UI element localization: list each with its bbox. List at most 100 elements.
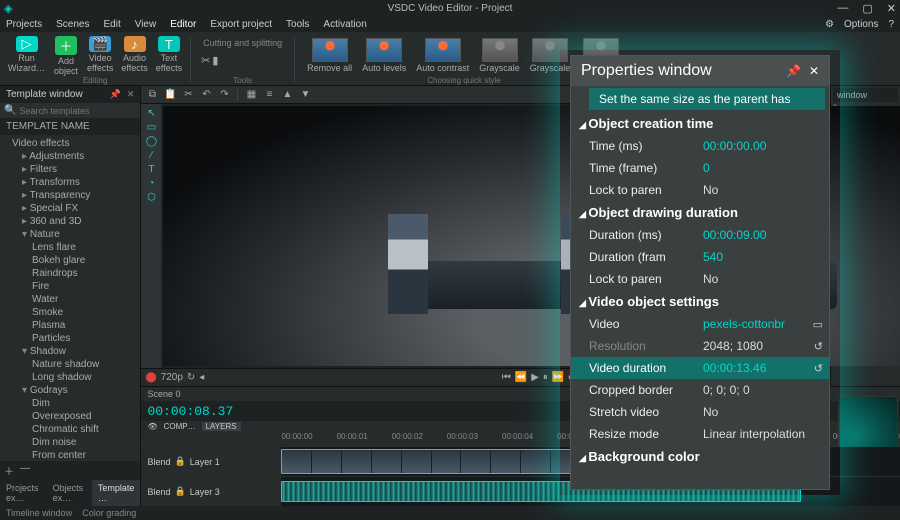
props-row[interactable]: Duration (ms)00:00:09.00 bbox=[571, 224, 829, 246]
track-name[interactable]: Layer 3 bbox=[190, 487, 220, 497]
prop-value[interactable]: 0 bbox=[699, 161, 829, 175]
menu-projects[interactable]: Projects bbox=[6, 19, 42, 30]
close-panel-icon[interactable]: ✕ bbox=[127, 89, 135, 100]
prop-value[interactable]: 2048; 1080 bbox=[699, 339, 814, 353]
props-section-header[interactable]: Video object settings bbox=[571, 290, 829, 313]
prop-value[interactable]: Linear interpolation bbox=[699, 427, 829, 441]
lock-icon[interactable]: 🔒 bbox=[174, 486, 185, 497]
prop-value[interactable]: 540 bbox=[699, 250, 829, 264]
loop-icon[interactable]: ↻ bbox=[187, 372, 195, 383]
tree-item[interactable]: Bokeh glare bbox=[4, 254, 136, 267]
add-template-button[interactable]: ＋ bbox=[4, 463, 14, 478]
tb-align-icon[interactable]: ≡ bbox=[262, 88, 276, 102]
tb-cut-icon[interactable]: ✂ bbox=[181, 88, 195, 102]
blend-mode[interactable]: Blend bbox=[147, 457, 170, 467]
menu-scenes[interactable]: Scenes bbox=[56, 19, 89, 30]
tree-item[interactable]: Long shadow bbox=[4, 371, 136, 384]
tree-item[interactable]: Smoke bbox=[4, 306, 136, 319]
remove-template-button[interactable]: — bbox=[20, 463, 30, 478]
tab-projects[interactable]: Projects ex… bbox=[0, 480, 47, 506]
tree-item[interactable]: Nature shadow bbox=[4, 358, 136, 371]
tree-item[interactable]: Adjustments bbox=[4, 150, 136, 163]
style-auto-levels[interactable]: Auto levels bbox=[358, 36, 410, 75]
tree-item[interactable]: From center bbox=[4, 449, 136, 461]
menu-export[interactable]: Export project bbox=[210, 19, 272, 30]
template-search-input[interactable] bbox=[19, 106, 136, 116]
props-row[interactable]: Videopexels-cottonbr▭ bbox=[571, 313, 829, 335]
reset-icon[interactable]: ↺ bbox=[814, 362, 823, 375]
props-row[interactable]: Resolution2048; 1080↺ bbox=[571, 335, 829, 357]
prop-value[interactable]: 00:00:09.00 bbox=[699, 228, 829, 242]
tree-item[interactable]: Dim bbox=[4, 397, 136, 410]
menu-edit[interactable]: Edit bbox=[103, 19, 120, 30]
tree-item[interactable]: Chromatic shift bbox=[4, 423, 136, 436]
cut-tool-icon[interactable]: ✂ bbox=[201, 54, 210, 67]
pointer-tool-icon[interactable]: ↖ bbox=[147, 108, 155, 119]
props-section-header[interactable]: Background color bbox=[571, 445, 829, 468]
set-parent-size-button[interactable]: Set the same size as the parent has bbox=[589, 88, 825, 110]
gear-icon[interactable]: ⚙ bbox=[825, 19, 834, 30]
tree-item[interactable]: Special FX bbox=[4, 202, 136, 215]
tb-undo-icon[interactable]: ↶ bbox=[199, 88, 213, 102]
tb-paste-icon[interactable]: 📋 bbox=[163, 88, 177, 102]
style-grayscale-2[interactable]: Grayscale bbox=[526, 36, 575, 75]
tb-redo-icon[interactable]: ↷ bbox=[217, 88, 231, 102]
shape-tool-icon[interactable]: ◯ bbox=[146, 136, 157, 147]
menu-view[interactable]: View bbox=[135, 19, 157, 30]
record-icon[interactable]: ⬤ bbox=[145, 372, 156, 383]
tree-item[interactable]: 360 and 3D bbox=[4, 215, 136, 228]
props-row[interactable]: Time (frame)0 bbox=[571, 157, 829, 179]
prop-value[interactable]: 00:00:13.46 bbox=[699, 361, 814, 375]
chart-tool-icon[interactable]: ◔ bbox=[148, 178, 154, 189]
prop-value[interactable]: 0; 0; 0; 0 bbox=[699, 383, 829, 397]
go-start-icon[interactable]: ⏮ bbox=[502, 372, 511, 383]
props-row[interactable]: Lock to parenNo bbox=[571, 268, 829, 290]
cutting-splitting-button[interactable]: Cutting and splitting bbox=[195, 34, 290, 52]
tl-tab-comp[interactable]: COMP… bbox=[164, 422, 196, 431]
line-tool-icon[interactable]: ∕ bbox=[151, 150, 153, 161]
tree-item[interactable]: Video effects bbox=[4, 137, 136, 150]
prop-value[interactable]: pexels-cottonbr bbox=[699, 317, 813, 331]
style-grayscale-1[interactable]: Grayscale bbox=[475, 36, 524, 75]
tree-item[interactable]: Dim noise bbox=[4, 436, 136, 449]
tree-item[interactable]: Transforms bbox=[4, 176, 136, 189]
pause-icon[interactable]: ⏸ bbox=[543, 372, 548, 383]
tree-item[interactable]: Plasma bbox=[4, 319, 136, 332]
options-link[interactable]: Options bbox=[844, 19, 878, 30]
prop-value[interactable]: 00:00:00.00 bbox=[699, 139, 829, 153]
reset-icon[interactable]: ↺ bbox=[814, 340, 823, 353]
tree-item[interactable]: Nature bbox=[4, 228, 136, 241]
style-remove-all[interactable]: Remove all bbox=[303, 36, 356, 75]
maximize-button[interactable]: ▢ bbox=[862, 2, 872, 15]
track-name[interactable]: Layer 1 bbox=[190, 457, 220, 467]
menu-tools[interactable]: Tools bbox=[286, 19, 309, 30]
tl-tab-layers[interactable]: LAYERS bbox=[202, 422, 241, 431]
tb-copy-icon[interactable]: ⧉ bbox=[145, 88, 159, 102]
text-effects-button[interactable]: TText effects bbox=[152, 34, 186, 75]
close-icon[interactable]: ✕ bbox=[809, 64, 819, 78]
prop-value[interactable]: No bbox=[699, 272, 829, 286]
tree-item[interactable]: Transparency bbox=[4, 189, 136, 202]
status-tab-color[interactable]: Color grading bbox=[82, 508, 136, 518]
step-fwd-icon[interactable]: ⏩ bbox=[552, 372, 564, 383]
image-tool-icon[interactable]: ▭ bbox=[147, 122, 156, 133]
props-row[interactable]: Lock to parenNo bbox=[571, 179, 829, 201]
browse-file-icon[interactable]: ▭ bbox=[813, 318, 823, 331]
tree-item[interactable]: Water bbox=[4, 293, 136, 306]
step-back-icon[interactable]: ⏪ bbox=[515, 372, 527, 383]
tb-layer-up-icon[interactable]: ▲ bbox=[280, 88, 294, 102]
tree-item[interactable]: Particles bbox=[4, 332, 136, 345]
tree-item[interactable]: Godrays bbox=[4, 384, 136, 397]
status-tab-timeline[interactable]: Timeline window bbox=[6, 508, 72, 518]
add-object-button[interactable]: ＋Add object bbox=[49, 34, 83, 75]
lock-icon[interactable]: 🔒 bbox=[174, 456, 185, 467]
res-label[interactable]: 720p bbox=[161, 372, 183, 383]
props-row[interactable]: Video duration00:00:13.46↺ bbox=[571, 357, 829, 379]
props-row[interactable]: Duration (fram540 bbox=[571, 246, 829, 268]
tab-objects[interactable]: Objects ex… bbox=[47, 480, 92, 506]
run-wizard-button[interactable]: ▷Run Wizard… bbox=[4, 34, 49, 75]
props-row[interactable]: Time (ms)00:00:00.00 bbox=[571, 135, 829, 157]
eye-icon[interactable]: 👁 bbox=[147, 422, 157, 431]
tree-item[interactable]: Raindrops bbox=[4, 267, 136, 280]
tree-item[interactable]: Overexposed bbox=[4, 410, 136, 423]
